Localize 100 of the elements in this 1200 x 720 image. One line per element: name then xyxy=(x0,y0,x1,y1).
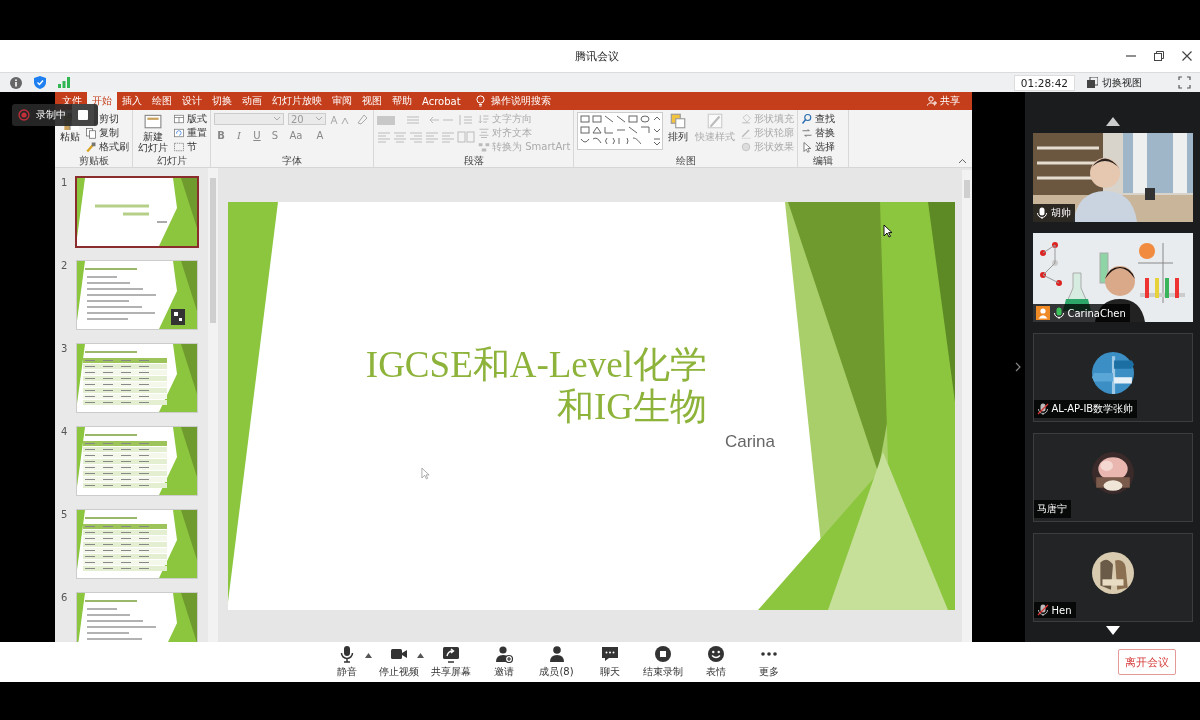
toolbar-button[interactable]: 更多 xyxy=(742,645,795,679)
record-icon xyxy=(18,109,30,121)
video-tile[interactable]: CarinaChen xyxy=(1032,233,1193,322)
video-tile[interactable]: AL-AP-IB数学张帅 xyxy=(1032,333,1193,422)
shapes-gallery[interactable] xyxy=(577,112,664,150)
ribbon-tab[interactable]: 帮助 xyxy=(387,92,417,110)
ribbon-command[interactable]: 替换 xyxy=(801,126,836,140)
switch-view-button[interactable]: 切换视图 xyxy=(1087,75,1142,90)
chat-icon xyxy=(600,645,619,663)
bucket-icon xyxy=(740,113,753,125)
slide-title: IGCSE和A-Level化学 xyxy=(365,344,707,386)
scrollbar[interactable] xyxy=(208,168,218,642)
mouse-pointer-icon xyxy=(883,224,893,238)
shield-icon[interactable] xyxy=(34,76,46,89)
ribbon-tab[interactable]: 绘图 xyxy=(147,92,177,110)
ribbon-command[interactable]: 格式刷 xyxy=(85,140,129,154)
scroll-up-icon[interactable] xyxy=(1105,117,1120,126)
group-label: 剪贴板 xyxy=(77,155,110,167)
toolbar-button[interactable]: 结束录制 xyxy=(636,645,689,679)
ribbon-command[interactable]: 重置 xyxy=(173,126,207,140)
slide-thumbnail[interactable] xyxy=(75,176,199,248)
more-icon xyxy=(759,652,778,656)
toolbar-button[interactable]: 成员(8) xyxy=(530,645,583,679)
tell-me-search[interactable]: 操作说明搜索 xyxy=(465,92,559,110)
ribbon-tab[interactable]: Acrobat xyxy=(417,92,466,110)
scroll-down-icon[interactable] xyxy=(1105,626,1120,635)
share-button[interactable]: 共享 xyxy=(915,92,972,110)
group-label: 绘图 xyxy=(674,155,697,167)
copy-icon xyxy=(85,127,97,139)
toolbar-button[interactable]: 静音 xyxy=(320,645,373,679)
smartart-icon xyxy=(478,141,490,153)
stop-record-icon xyxy=(653,645,672,663)
participant-name: Hen xyxy=(1051,604,1072,616)
text-direction-icon xyxy=(478,113,490,125)
layout-icon xyxy=(173,113,185,125)
slide-number: 2 xyxy=(60,260,69,271)
ribbon-command[interactable]: 排列 xyxy=(666,112,691,142)
group-label: 段落 xyxy=(462,155,485,167)
person-add-icon xyxy=(927,96,937,106)
leave-meeting-button[interactable]: 离开会议 xyxy=(1118,649,1176,675)
group-label: 幻灯片 xyxy=(155,155,188,167)
ribbon-command[interactable]: 节 xyxy=(173,140,207,154)
search-icon xyxy=(801,113,814,125)
chevron-right-icon[interactable] xyxy=(1015,362,1021,372)
signal-icon xyxy=(58,77,70,88)
slide-number: 5 xyxy=(60,509,69,520)
toolbar-button[interactable]: 停止视频 xyxy=(372,645,425,679)
ribbon-tab[interactable]: 切换 xyxy=(207,92,237,110)
toolbar-button[interactable]: 表情 xyxy=(689,645,742,679)
ribbon-tab[interactable]: 视图 xyxy=(357,92,387,110)
ribbon-tab[interactable]: 幻灯片放映 xyxy=(267,92,327,110)
ribbon-tab[interactable]: 动画 xyxy=(237,92,267,110)
section-icon xyxy=(173,141,185,153)
ribbon-command[interactable]: 复制 xyxy=(85,126,129,140)
close-icon[interactable] xyxy=(1181,50,1193,62)
smiley-icon xyxy=(706,645,725,663)
ribbon-tab[interactable]: 设计 xyxy=(177,92,207,110)
restore-icon[interactable] xyxy=(1153,50,1165,62)
dropdown-icon xyxy=(273,116,281,122)
caret-icon[interactable] xyxy=(417,653,424,658)
video-tile[interactable]: Hen xyxy=(1032,533,1193,622)
fullscreen-icon[interactable] xyxy=(1178,76,1191,89)
dropdown-icon xyxy=(315,116,323,122)
video-tile[interactable]: 胡帅 xyxy=(1032,133,1193,222)
ribbon-tab[interactable]: 插入 xyxy=(117,92,147,110)
toolbar-button[interactable]: 共享屏幕 xyxy=(424,645,477,679)
pencil-icon xyxy=(740,127,753,139)
lightbulb-icon xyxy=(475,95,485,107)
slide-number: 4 xyxy=(60,426,69,437)
stop-recording-button[interactable] xyxy=(72,104,94,126)
ribbon-command[interactable]: 查找 xyxy=(801,112,836,126)
slide-title: 和IG生物 xyxy=(556,386,707,428)
ribbon-command[interactable]: 版式 xyxy=(173,112,207,126)
scrollbar[interactable] xyxy=(962,170,972,642)
invite-person-icon xyxy=(494,645,513,663)
slide-number: 6 xyxy=(60,592,69,603)
brush-icon xyxy=(85,141,97,153)
participant-name: AL-AP-IB数学张帅 xyxy=(1051,402,1134,416)
slide-number: 1 xyxy=(60,177,69,188)
participant-name: CarinaChen xyxy=(1067,307,1126,319)
slide-subtitle: Carina xyxy=(724,432,775,452)
meeting-timer: 01:28:42 xyxy=(1013,74,1075,91)
toolbar-button[interactable]: 聊天 xyxy=(583,645,636,679)
toolbar-button[interactable]: 邀请 xyxy=(477,645,530,679)
ribbon-tab[interactable]: 审阅 xyxy=(327,92,357,110)
video-tile[interactable]: 马唐宁 xyxy=(1032,433,1193,522)
info-icon[interactable] xyxy=(10,76,22,89)
ribbon-command[interactable]: 选择 xyxy=(801,140,836,154)
ribbon-command[interactable]: 新建 幻灯片 xyxy=(136,112,170,153)
align-icon xyxy=(478,127,490,139)
mouse-pointer-icon xyxy=(421,467,430,480)
recording-label: 录制中 xyxy=(36,108,66,122)
caret-icon[interactable] xyxy=(365,653,372,658)
collapse-icon[interactable] xyxy=(958,158,967,164)
participant-name: 胡帅 xyxy=(1050,206,1071,220)
share-screen-icon xyxy=(441,645,460,663)
reset-icon xyxy=(173,127,185,139)
participant-name: 马唐宁 xyxy=(1036,502,1067,516)
replace-icon xyxy=(801,127,814,139)
circle-icon xyxy=(740,141,753,153)
